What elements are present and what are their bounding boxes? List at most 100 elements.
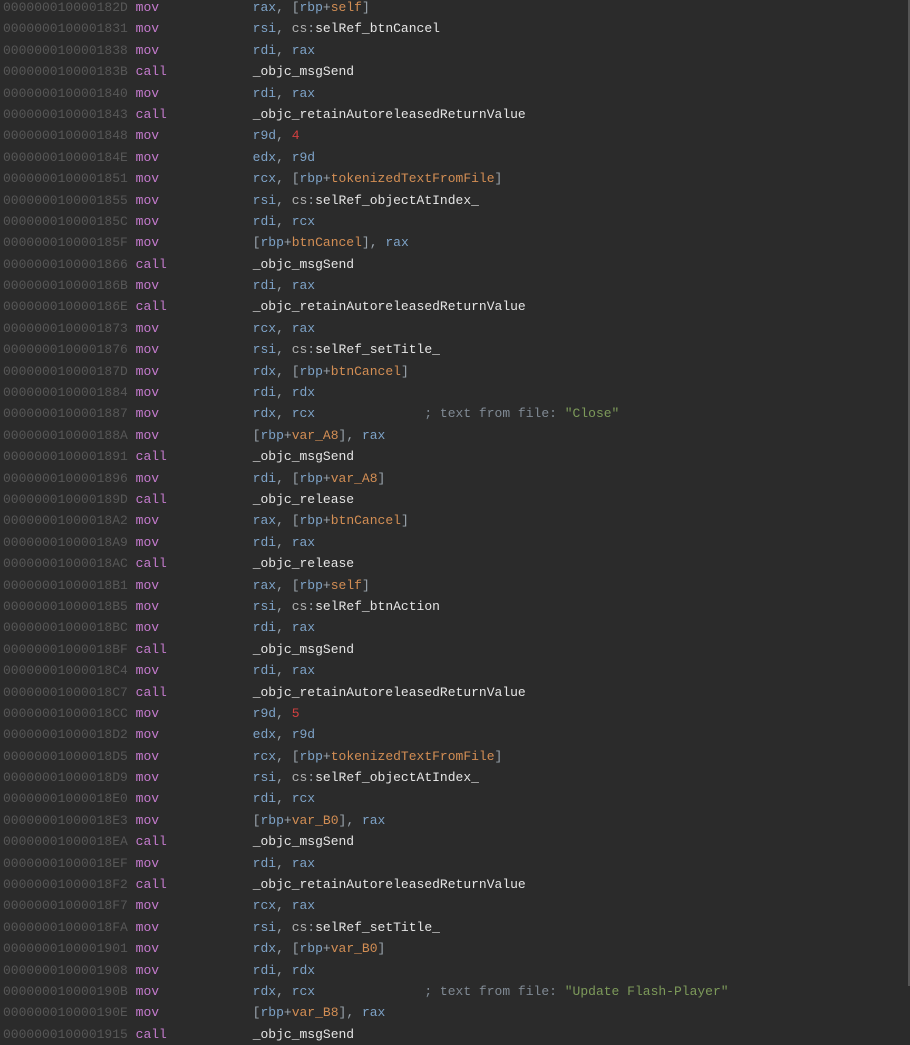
asm-line[interactable]: 0000000100001831 mov rsi, cs:selRef_btnC… [3,18,729,39]
operands: edx, r9d [253,727,315,742]
address: 0000000100001843 [3,107,128,122]
tok-brkt: ] [362,0,370,15]
asm-line[interactable]: 000000010000184E mov edx, r9d [3,147,729,168]
address: 0000000100001851 [3,171,128,186]
mnemonic: call [136,64,167,79]
tok-punc: , [276,364,292,379]
tok-reg: rdx [292,385,315,400]
mnemonic: call [136,1027,167,1042]
tok-reg: rbp [260,1005,283,1020]
asm-line[interactable]: 00000001000018D5 mov rcx, [rbp+tokenized… [3,746,729,767]
asm-line[interactable]: 0000000100001908 mov rdi, rdx [3,960,729,981]
mnemonic: mov [136,171,159,186]
asm-line[interactable]: 00000001000018E3 mov [rbp+var_B0], rax [3,810,729,831]
asm-line[interactable]: 00000001000018C4 mov rdi, rax [3,660,729,681]
mnemonic: mov [136,278,159,293]
asm-line[interactable]: 000000010000185F mov [rbp+btnCancel], ra… [3,232,729,253]
asm-line[interactable]: 000000010000185C mov rdi, rcx [3,211,729,232]
tok-reg: rbp [300,471,323,486]
tok-punc: , [370,235,386,250]
asm-line[interactable]: 00000001000018BC mov rdi, rax [3,617,729,638]
asm-line[interactable]: 0000000100001884 mov rdi, rdx [3,382,729,403]
tok-punc: , [276,128,292,143]
asm-line[interactable]: 0000000100001851 mov rcx, [rbp+tokenized… [3,168,729,189]
asm-line[interactable]: 000000010000182D mov rax, [rbp+self] [3,0,729,18]
mnemonic: mov [136,21,159,36]
asm-line[interactable]: 00000001000018B5 mov rsi, cs:selRef_btnA… [3,596,729,617]
address: 00000001000018BF [3,642,128,657]
asm-line[interactable]: 00000001000018F2 call _objc_retainAutore… [3,874,729,895]
mnemonic: mov [136,941,159,956]
tok-brkt: ] [378,471,386,486]
asm-line[interactable]: 0000000100001887 mov rdx, rcx ; text fro… [3,403,729,424]
operands: rdi, rax [253,278,315,293]
tok-reg: rax [362,428,385,443]
operands: rcx, rax [253,898,315,913]
asm-line[interactable]: 00000001000018EA call _objc_msgSend [3,831,729,852]
asm-line[interactable]: 0000000100001848 mov r9d, 4 [3,125,729,146]
address: 00000001000018F2 [3,877,128,892]
asm-line[interactable]: 000000010000183B call _objc_msgSend [3,61,729,82]
address: 00000001000018EF [3,856,128,871]
address: 000000010000185F [3,235,128,250]
asm-line[interactable]: 000000010000190E mov [rbp+var_B8], rax [3,1002,729,1023]
operands: rcx, [rbp+tokenizedTextFromFile] [253,749,503,764]
asm-line[interactable]: 00000001000018E0 mov rdi, rcx [3,788,729,809]
operands: _objc_retainAutoreleasedReturnValue [253,685,526,700]
asm-line[interactable]: 00000001000018A2 mov rax, [rbp+btnCancel… [3,510,729,531]
asm-line[interactable]: 000000010000187D mov rdx, [rbp+btnCancel… [3,361,729,382]
operands: _objc_msgSend [253,642,354,657]
address: 00000001000018D9 [3,770,128,785]
tok-reg: rdi [253,278,276,293]
tok-kw: btnCancel [292,235,362,250]
asm-line[interactable]: 0000000100001891 call _objc_msgSend [3,446,729,467]
asm-line[interactable]: 00000001000018A9 mov rdi, rax [3,532,729,553]
operands: edx, r9d [253,150,315,165]
asm-line[interactable]: 00000001000018BF call _objc_msgSend [3,639,729,660]
asm-line[interactable]: 000000010000189D call _objc_release [3,489,729,510]
operands: rax, [rbp+self] [253,0,370,15]
asm-line[interactable]: 00000001000018F7 mov rcx, rax [3,895,729,916]
asm-line[interactable]: 0000000100001915 call _objc_msgSend [3,1024,729,1045]
asm-line[interactable]: 00000001000018B1 mov rax, [rbp+self] [3,575,729,596]
tok-punc: + [323,513,331,528]
asm-line[interactable]: 0000000100001838 mov rdi, rax [3,40,729,61]
tok-sym: selRef_btnAction [315,599,440,614]
asm-line[interactable]: 0000000100001873 mov rcx, rax [3,318,729,339]
asm-line[interactable]: 0000000100001855 mov rsi, cs:selRef_obje… [3,190,729,211]
tok-brkt: [ [292,471,300,486]
tok-reg: rbp [260,813,283,828]
tok-brkt: ] [362,235,370,250]
asm-line[interactable]: 000000010000188A mov [rbp+var_A8], rax [3,425,729,446]
asm-line[interactable]: 000000010000186E call _objc_retainAutore… [3,296,729,317]
disassembly-listing[interactable]: 000000010000182D mov rax, [rbp+self]0000… [3,0,729,1045]
asm-line[interactable]: 00000001000018FA mov rsi, cs:selRef_setT… [3,917,729,938]
tok-punc: , [276,193,292,208]
tok-punc: , [276,963,292,978]
asm-line[interactable]: 0000000100001901 mov rdx, [rbp+var_B0] [3,938,729,959]
address: 00000001000018C4 [3,663,128,678]
operands: rsi, cs:selRef_setTitle_ [253,920,440,935]
tok-kw: tokenizedTextFromFile [331,749,495,764]
tok-punc: , [276,920,292,935]
asm-line[interactable]: 00000001000018CC mov r9d, 5 [3,703,729,724]
tok-reg: rbp [300,513,323,528]
asm-line[interactable]: 00000001000018AC call _objc_release [3,553,729,574]
asm-line[interactable]: 0000000100001843 call _objc_retainAutore… [3,104,729,125]
tok-reg: rbp [260,235,283,250]
tok-sym: selRef_setTitle_ [315,342,440,357]
asm-line[interactable]: 000000010000190B mov rdx, rcx ; text fro… [3,981,729,1002]
tok-sym: _objc_msgSend [253,449,354,464]
asm-line[interactable]: 0000000100001840 mov rdi, rax [3,83,729,104]
asm-line[interactable]: 0000000100001896 mov rdi, [rbp+var_A8] [3,468,729,489]
asm-line[interactable]: 000000010000186B mov rdi, rax [3,275,729,296]
tok-punc: + [323,749,331,764]
tok-punc: , [276,406,292,421]
asm-line[interactable]: 00000001000018D2 mov edx, r9d [3,724,729,745]
asm-line[interactable]: 0000000100001876 mov rsi, cs:selRef_setT… [3,339,729,360]
asm-line[interactable]: 0000000100001866 call _objc_msgSend [3,254,729,275]
asm-line[interactable]: 00000001000018C7 call _objc_retainAutore… [3,682,729,703]
address: 0000000100001908 [3,963,128,978]
asm-line[interactable]: 00000001000018D9 mov rsi, cs:selRef_obje… [3,767,729,788]
asm-line[interactable]: 00000001000018EF mov rdi, rax [3,853,729,874]
